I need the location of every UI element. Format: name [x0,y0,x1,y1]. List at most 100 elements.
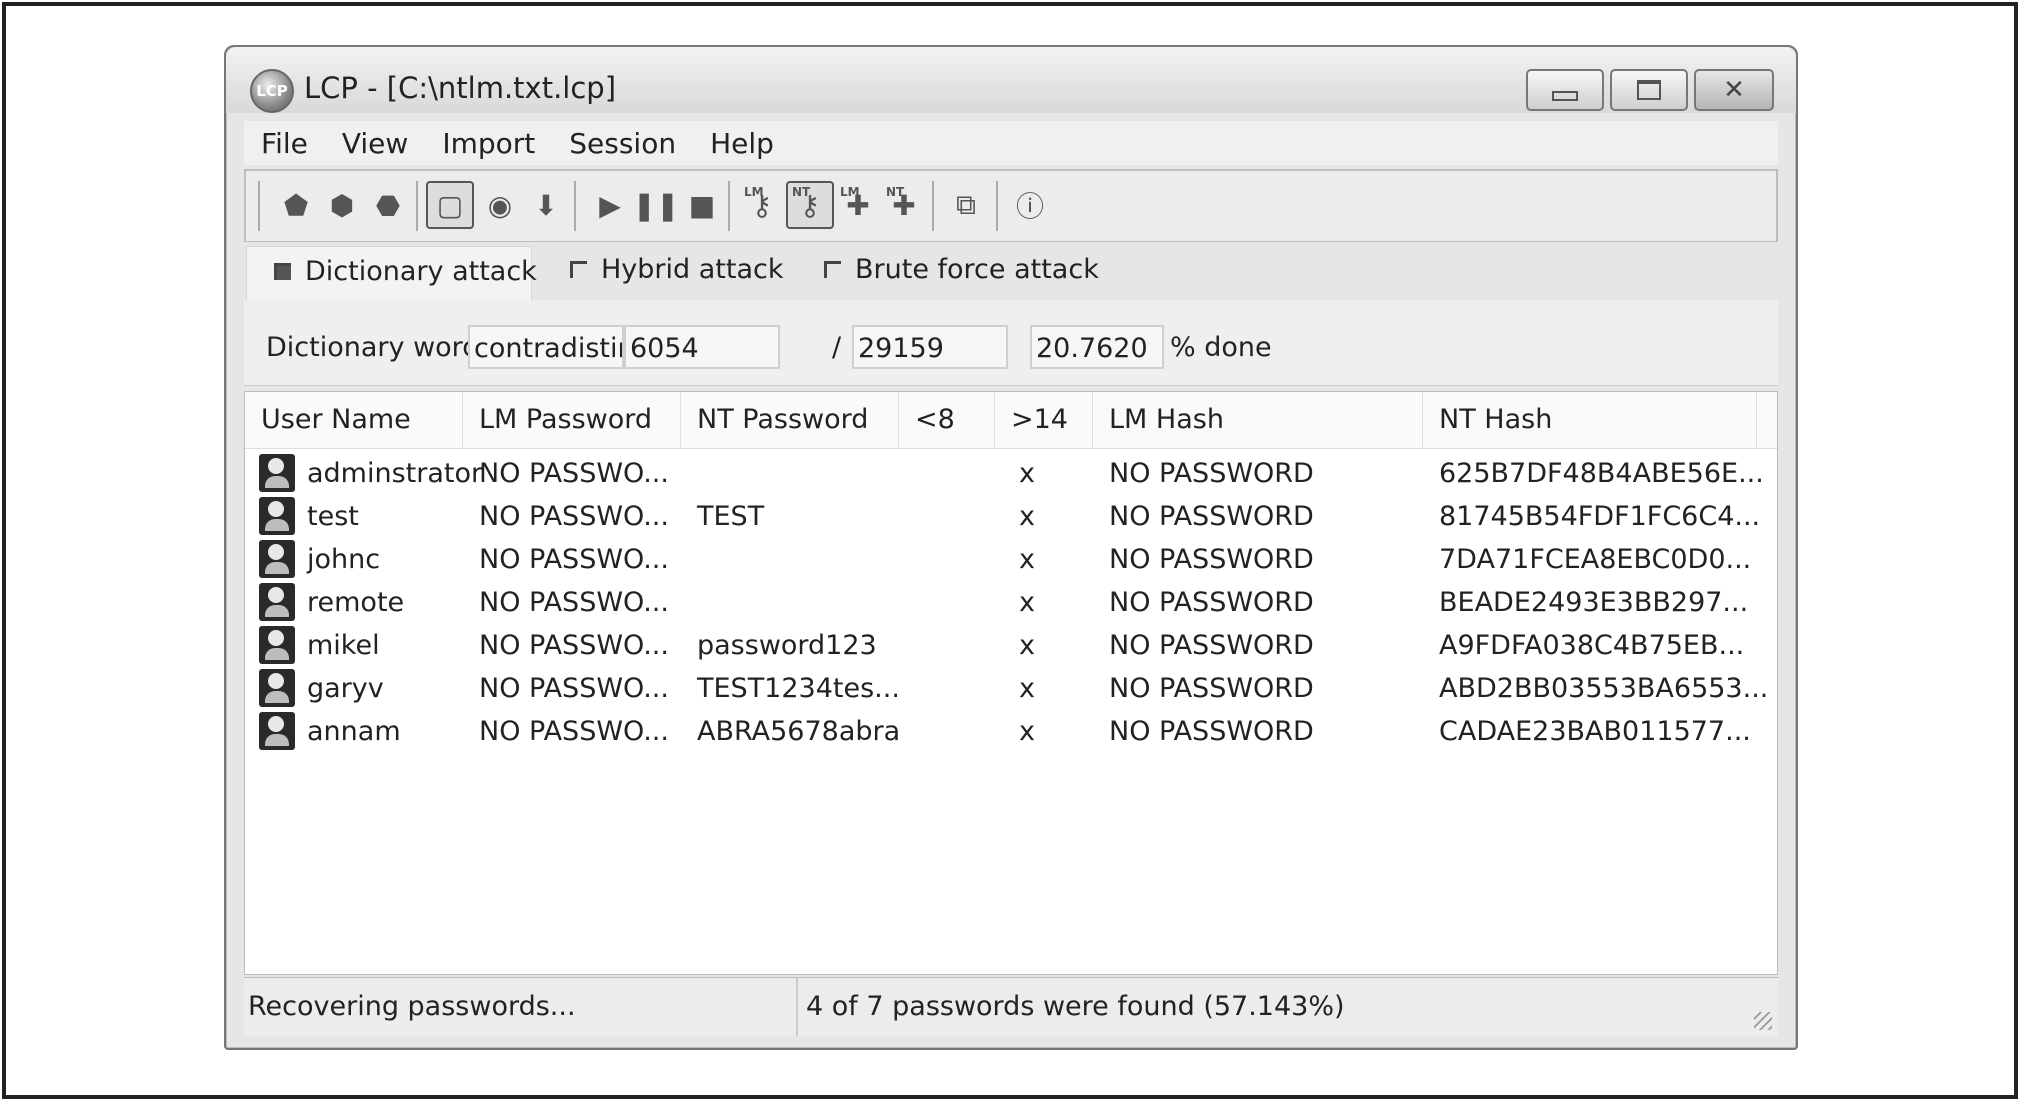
cell-nt-hash: CADAE23BAB011577... [1439,716,1751,747]
cell-user-name: johnc [307,544,381,575]
stop-icon[interactable]: ■ [680,183,724,227]
col-nt-hash[interactable]: NT Hash [1423,392,1757,448]
cell-user-name: remote [307,587,405,618]
dictionary-checkbox[interactable] [274,263,291,280]
cell-user-name: garyv [307,673,384,704]
cell-lm-hash: NO PASSWORD [1109,458,1314,489]
dictionary-word-field: contradisting [468,325,624,369]
cell-gt14: x [1019,673,1035,704]
cell-nt-password: ABRA5678abra [697,716,901,747]
cell-lm-password: NO PASSWO... [479,587,669,618]
cell-user-name: adminstrator [307,458,483,489]
start-icon[interactable]: ▶ [588,183,632,227]
brute-force-checkbox[interactable] [824,261,841,278]
user-account-icon [259,540,295,578]
pause-view-icon[interactable]: ▢ [426,181,474,229]
col-nt-password[interactable]: NT Password [681,392,899,448]
tab-dictionary-attack[interactable]: Dictionary attack [274,256,537,287]
index-separator: / [832,332,842,363]
cell-nt-hash: 7DA71FCEA8EBC0D0... [1439,544,1752,575]
col-user-name[interactable]: User Name [245,392,463,448]
menu-view[interactable]: View [325,127,425,160]
minimize-icon [1552,91,1578,101]
menu-import[interactable]: Import [425,127,552,160]
col-gt14[interactable]: >14 [995,392,1093,448]
cell-nt-hash: A9FDFA038C4B75EB... [1439,630,1745,661]
pause-icon[interactable]: ❚❚ [633,183,680,227]
save-session-icon[interactable]: ⬣ [366,183,410,227]
cell-user-name: test [307,501,359,532]
current-word-index-field: 6054 [624,325,780,369]
cell-lm-password: NO PASSWO... [479,673,669,704]
dictionary-attack-label: Dictionary attack [305,256,537,287]
maximize-icon [1637,80,1661,100]
user-account-icon [259,712,295,750]
table-row[interactable]: remote NO PASSWO... x NO PASSWORD BEADE2493E… [245,583,1777,625]
cell-nt-hash: 81745B54FDF1FC6C4... [1439,501,1761,532]
table-row[interactable]: annam NO PASSWO... ABRA5678abra x NO PASSWOR… [245,712,1777,754]
cell-gt14: x [1019,587,1035,618]
col-lm-password[interactable]: LM Password [463,392,681,448]
attack-tabs: Dictionary attack Hybrid attack Brute fo… [244,242,1778,301]
lm-add-icon[interactable]: LM ✚ [836,183,880,227]
minimize-button[interactable] [1526,69,1604,111]
tab-brute-force-attack[interactable]: Brute force attack [824,254,1099,285]
new-session-icon[interactable]: ⬟ [274,183,318,227]
cell-gt14: x [1019,630,1035,661]
title-bar[interactable]: LCP LCP - [C:\ntlm.txt.lcp] ✕ [226,47,1796,113]
window-title: LCP - [C:\ntlm.txt.lcp] [304,71,617,105]
open-session-icon[interactable]: ⬢ [320,183,364,227]
user-account-icon [259,626,295,664]
menu-file[interactable]: File [244,127,325,160]
cell-lm-hash: NO PASSWORD [1109,501,1314,532]
lm-key-icon[interactable]: LM ⚷ [740,183,784,227]
total-words-field: 29159 [852,325,1008,369]
status-bar: Recovering passwords... 4 of 7 passwords… [244,977,1778,1036]
info-icon[interactable]: ⓘ [1008,183,1052,227]
menu-help[interactable]: Help [693,127,791,160]
cell-gt14: x [1019,458,1035,489]
user-account-icon [259,497,295,535]
cell-lm-password: NO PASSWO... [479,501,669,532]
toolbar-separator [416,181,418,231]
options-icon[interactable]: ◉ [478,183,522,227]
import-icon[interactable]: ⬇ [524,183,568,227]
col-lm-hash[interactable]: LM Hash [1093,392,1423,448]
cell-gt14: x [1019,716,1035,747]
toolbar-separator [258,181,260,231]
nt-key-icon[interactable]: NT ⚷ [786,181,834,229]
percent-done-field: 20.7620 [1030,325,1164,369]
tab-hybrid-attack[interactable]: Hybrid attack [570,254,784,285]
col-lt8[interactable]: <8 [899,392,995,448]
table-row[interactable]: garyv NO PASSWO... TEST1234tes... x NO PASSW… [245,669,1777,711]
accounts-table[interactable]: User Name LM Password NT Password <8 >14… [244,391,1778,975]
lm-key-label: LM [744,185,764,199]
maximize-button[interactable] [1610,69,1688,111]
cell-lm-password: NO PASSWO... [479,716,669,747]
status-summary: 4 of 7 passwords were found (57.143%) [806,991,1345,1022]
close-button[interactable]: ✕ [1694,69,1774,111]
cell-nt-hash: ABD2BB03553BA6553... [1439,673,1769,704]
menu-session[interactable]: Session [552,127,693,160]
cell-lm-password: NO PASSWO... [479,544,669,575]
nt-add-icon[interactable]: NT ✚ [882,183,926,227]
toolbar-separator [932,181,934,231]
cell-user-name: mikel [307,630,380,661]
cell-lm-password: NO PASSWO... [479,458,669,489]
user-account-icon [259,583,295,621]
app-logo-icon: LCP [250,69,294,113]
table-header: User Name LM Password NT Password <8 >14… [245,392,1777,449]
cell-user-name: annam [307,716,401,747]
close-icon: ✕ [1723,75,1745,105]
hybrid-checkbox[interactable] [570,261,587,278]
table-row[interactable]: adminstrator NO PASSWO... x NO PASSWORD 625B… [245,454,1777,496]
cell-gt14: x [1019,544,1035,575]
export-icon[interactable]: ⧉ [944,183,988,227]
table-row[interactable]: mikel NO PASSWO... password123 x NO PASSWORD… [245,626,1777,668]
table-row[interactable]: test NO PASSWO... TEST x NO PASSWORD 81745B54… [245,497,1777,539]
table-row[interactable]: johnc NO PASSWO... x NO PASSWORD 7DA71FCEA8E… [245,540,1777,582]
resize-grip-icon[interactable] [1754,1012,1772,1030]
dictionary-progress: Dictionary word: contradisting 6054 / 29… [244,300,1778,386]
cell-nt-password: password123 [697,630,877,661]
cell-gt14: x [1019,501,1035,532]
